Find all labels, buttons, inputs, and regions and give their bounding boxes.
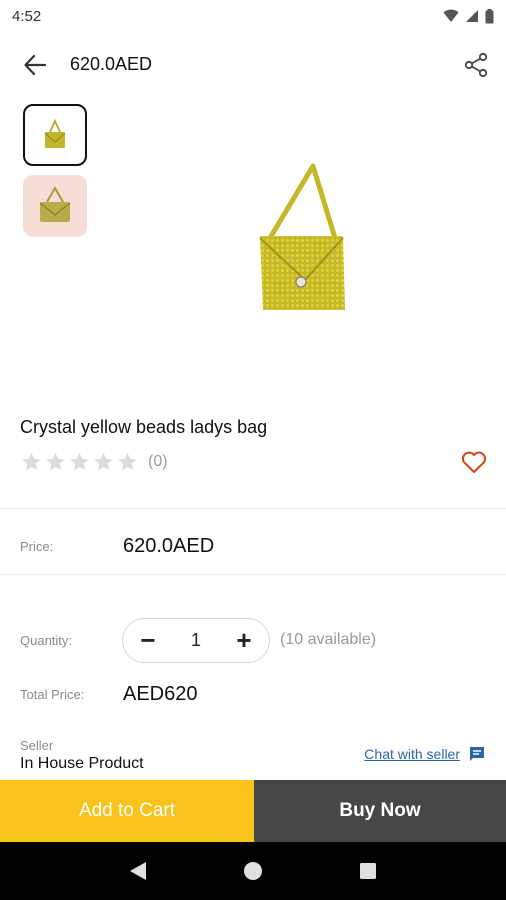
divider bbox=[0, 574, 506, 575]
nav-back-icon bbox=[129, 862, 146, 880]
star-icon bbox=[70, 452, 89, 471]
seller-label: Seller bbox=[20, 738, 54, 753]
review-count: (0) bbox=[148, 453, 168, 470]
buy-now-button[interactable]: Buy Now bbox=[254, 780, 506, 842]
bag-image bbox=[259, 163, 345, 310]
divider bbox=[0, 508, 506, 509]
star-icon bbox=[118, 452, 137, 471]
wishlist-button[interactable] bbox=[460, 448, 488, 476]
quantity-stepper: − 1 + bbox=[122, 618, 270, 663]
chat-with-seller-label: Chat with seller bbox=[364, 746, 460, 762]
status-bar: 4:52 bbox=[0, 0, 506, 32]
decrease-quantity-button[interactable]: − bbox=[135, 625, 161, 655]
nav-home-button[interactable] bbox=[241, 859, 265, 883]
bag-thumbnail-image-alt bbox=[39, 185, 71, 222]
nav-recents-icon bbox=[360, 863, 377, 879]
product-title: Crystal yellow beads ladys bag bbox=[20, 417, 268, 437]
price-label: Price: bbox=[20, 539, 54, 554]
quantity-value: 1 bbox=[190, 630, 201, 650]
star-icon bbox=[22, 452, 41, 471]
total-price-label: Total Price: bbox=[20, 687, 85, 702]
star-icon bbox=[94, 452, 113, 471]
system-nav-bar bbox=[0, 842, 506, 900]
wifi-icon bbox=[443, 9, 459, 22]
seller-name: In House Product bbox=[20, 755, 144, 772]
product-image[interactable] bbox=[200, 150, 390, 325]
nav-back-button[interactable] bbox=[126, 859, 150, 883]
back-button[interactable] bbox=[22, 53, 48, 77]
available-stock: (10 available) bbox=[280, 631, 377, 648]
chat-icon bbox=[470, 747, 484, 761]
price-value: 620.0AED bbox=[123, 535, 215, 557]
share-icon bbox=[464, 52, 488, 78]
bag-thumbnail-image bbox=[44, 118, 66, 148]
share-button[interactable] bbox=[462, 51, 490, 79]
chat-with-seller-link[interactable]: Chat with seller bbox=[364, 745, 486, 763]
total-price-value: AED620 bbox=[123, 683, 198, 705]
heart-icon bbox=[461, 451, 487, 473]
signal-icon bbox=[466, 10, 478, 22]
quantity-label: Quantity: bbox=[20, 633, 73, 648]
increase-quantity-button[interactable]: + bbox=[231, 625, 257, 655]
status-icons bbox=[443, 8, 494, 24]
back-arrow-icon bbox=[24, 54, 47, 76]
nav-recents-button[interactable] bbox=[356, 859, 380, 883]
thumbnail-2[interactable] bbox=[23, 175, 87, 237]
add-to-cart-button[interactable]: Add to Cart bbox=[0, 780, 254, 842]
battery-icon bbox=[485, 8, 494, 23]
nav-home-icon bbox=[243, 862, 262, 880]
status-time: 4:52 bbox=[12, 7, 42, 25]
page-title: 620.0AED bbox=[70, 54, 153, 74]
app-bar: 620.0AED bbox=[0, 40, 506, 90]
star-icon bbox=[46, 452, 65, 471]
thumbnail-1[interactable] bbox=[23, 104, 87, 166]
rating-stars: (0) bbox=[20, 451, 168, 473]
